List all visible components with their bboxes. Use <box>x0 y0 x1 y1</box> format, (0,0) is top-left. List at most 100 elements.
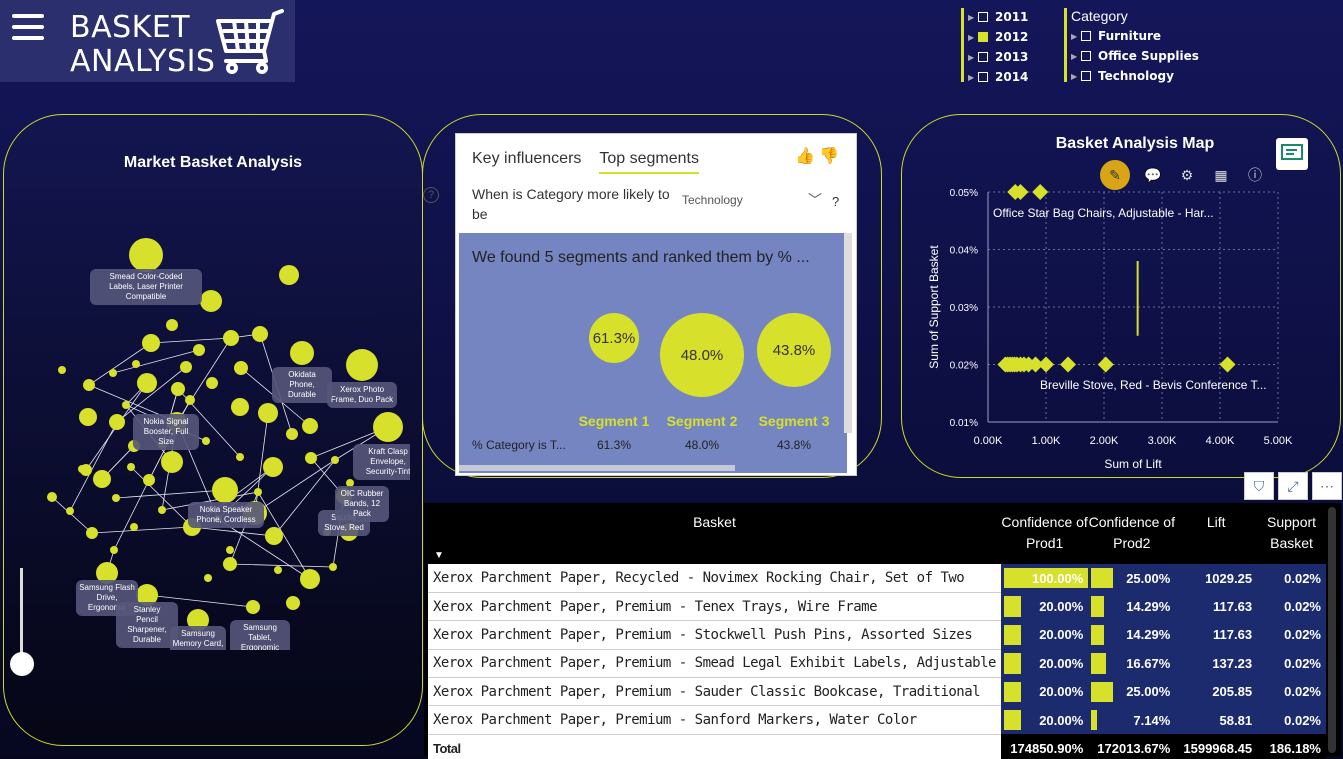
network-node <box>331 456 339 464</box>
segments-vertical-scrollbar[interactable] <box>844 233 852 433</box>
checkbox[interactable] <box>978 52 988 62</box>
column-header-confidence-prod1[interactable]: Confidence of Prod1 <box>1001 507 1088 564</box>
tab-key-influencers[interactable]: Key influencers <box>472 150 581 174</box>
lift-cell: 205.85 <box>1175 677 1258 706</box>
network-node <box>185 395 195 405</box>
network-node <box>274 566 282 574</box>
segment-2-label[interactable]: Segment 2 <box>662 413 742 429</box>
confidence-prod2-cell: 14.29% <box>1088 620 1176 650</box>
focus-mode-icon[interactable]: ⤢ <box>1278 472 1308 500</box>
column-header-support-basket[interactable]: Support Basket <box>1257 507 1326 564</box>
lift-cell: 1029.25 <box>1175 564 1258 593</box>
year-item-2012[interactable]: ▶ 2012 <box>968 27 1028 47</box>
thumbs-feedback-icons[interactable]: 👍 👎 <box>795 146 839 166</box>
confidence-prod2-cell-value: 14.29% <box>1126 627 1171 643</box>
hamburger-menu-icon[interactable] <box>12 14 44 44</box>
checkbox[interactable] <box>1081 71 1091 81</box>
more-options-icon[interactable]: ⋯ <box>1312 472 1342 500</box>
year-label: 2014 <box>995 70 1029 84</box>
chevron-down-icon[interactable]: ﹀ <box>808 190 822 210</box>
annotation-top: Office Star Bag Chairs, Adjustable - Har… <box>993 206 1214 220</box>
network-node <box>290 341 314 365</box>
checkbox[interactable] <box>1081 31 1091 41</box>
data-bar <box>1003 596 1022 617</box>
checkbox[interactable] <box>978 12 988 22</box>
network-node <box>130 523 138 531</box>
expand-arrow-icon[interactable]: ▶ <box>1071 52 1081 61</box>
segment-3-bubble[interactable]: 43.8% <box>757 313 831 387</box>
table-row[interactable]: Xerox Parchment Paper, Premium - Sanford… <box>428 705 1326 735</box>
segment-1-value: 61.3% <box>596 438 632 452</box>
confidence-prod2-cell-value: 25.00% <box>1126 684 1171 700</box>
year-item-2011[interactable]: ▶ 2011 <box>968 7 1028 27</box>
market-basket-title: Market Basket Analysis <box>123 154 303 171</box>
segment-2-bubble[interactable]: 48.0% <box>660 313 744 397</box>
table-row[interactable]: Xerox Parchment Paper, Premium - Sauder … <box>428 677 1326 707</box>
zoom-slider-handle[interactable] <box>10 652 34 676</box>
table-row[interactable]: Xerox Parchment Paper, Premium - Stockwe… <box>428 620 1326 650</box>
column-header-lift[interactable]: Lift <box>1175 507 1257 564</box>
expand-arrow-icon[interactable]: ▶ <box>968 33 978 42</box>
confidence-prod2-cell: 25.00% <box>1088 564 1176 593</box>
expand-arrow-icon[interactable]: ▶ <box>968 13 978 22</box>
ki-help-icon[interactable]: ? <box>832 194 839 209</box>
support-cell: 0.02% <box>1257 620 1326 650</box>
segment-1-label[interactable]: Segment 1 <box>574 413 654 429</box>
basket-table: Basket Confidence of Prod1 Confidence of… <box>428 507 1326 759</box>
node-label: Booster, Full <box>144 427 189 436</box>
node-label: Frame, Duo Pack <box>331 395 394 404</box>
basket-cell: Xerox Parchment Paper, Premium - Sanford… <box>428 705 1001 735</box>
expand-arrow-icon[interactable]: ▶ <box>968 53 978 62</box>
column-header-basket[interactable]: Basket <box>428 507 1001 564</box>
expand-arrow-icon[interactable]: ▶ <box>1071 72 1081 81</box>
network-node <box>373 412 403 442</box>
sort-descending-icon[interactable]: ▼ <box>434 550 444 561</box>
segment-3-label[interactable]: Segment 3 <box>754 413 834 429</box>
confidence-prod1-cell-value: 20.00% <box>1039 712 1084 728</box>
table-row[interactable]: Xerox Parchment Paper, Premium - Tenex T… <box>428 592 1326 622</box>
year-item-2013[interactable]: ▶ 2013 <box>968 47 1028 67</box>
segments-horizontal-scrollbar[interactable] <box>459 465 735 471</box>
node-label: Phone, <box>289 380 314 389</box>
checkbox[interactable] <box>978 72 988 82</box>
table-vertical-scrollbar[interactable] <box>1328 507 1336 753</box>
network-node <box>193 344 205 356</box>
data-bar <box>1003 681 1022 702</box>
segment-1-bubble[interactable]: 61.3% <box>589 313 639 363</box>
network-node <box>137 373 157 393</box>
network-node <box>86 527 98 539</box>
network-graph[interactable]: Smead Color-CodedLabels, Laser PrinterCo… <box>10 230 410 650</box>
checkbox-checked[interactable] <box>978 32 988 42</box>
zoom-slider-track[interactable] <box>20 568 23 663</box>
year-slicer-bar <box>961 8 964 82</box>
table-row[interactable]: Xerox Parchment Paper, Recycled - Novime… <box>428 564 1326 593</box>
network-node <box>223 330 239 346</box>
node-label: Drive, <box>97 593 118 602</box>
tab-top-segments[interactable]: Top segments <box>599 150 699 174</box>
ki-value-select[interactable]: Technology <box>682 193 743 207</box>
table-row[interactable]: Xerox Parchment Paper, Premium - Smead L… <box>428 649 1326 679</box>
network-edge <box>69 421 118 512</box>
network-node <box>204 574 212 582</box>
checkbox[interactable] <box>1081 51 1091 61</box>
network-node <box>93 470 111 488</box>
category-item-technology[interactable]: ▶ Technology <box>1071 66 1199 86</box>
category-item-office-supplies[interactable]: ▶ Office Supplies <box>1071 46 1199 66</box>
visual-header-actions: ⛉ ⤢ ⋯ <box>1244 472 1342 500</box>
confidence-prod1-cell: 20.00% <box>1000 705 1089 735</box>
network-edge <box>91 526 193 534</box>
x-tick-label: 1.00K <box>1032 435 1061 447</box>
node-label: Samsung Flash <box>79 583 135 592</box>
total-confidence-prod1: 174850.90% <box>1000 734 1089 759</box>
column-header-confidence-prod2[interactable]: Confidence of Prod2 <box>1088 507 1175 564</box>
report-icon[interactable] <box>1276 138 1308 170</box>
network-edge <box>113 479 150 551</box>
year-item-2014[interactable]: ▶ 2014 <box>968 67 1028 87</box>
category-item-furniture[interactable]: ▶ Furniture <box>1071 26 1199 46</box>
expand-arrow-icon[interactable]: ▶ <box>968 73 978 82</box>
filter-icon[interactable]: ⛉ <box>1244 472 1274 500</box>
basket-map-chart[interactable]: 0.05% 0.04% 0.03% 0.02% 0.01% 0.00K 1.00K 2.00K… <box>920 180 1300 470</box>
expand-arrow-icon[interactable]: ▶ <box>1071 32 1081 41</box>
y-axis-title: Sum of Support Basket <box>927 245 941 369</box>
category-slicer: ▶ Furniture ▶ Office Supplies ▶ Technology <box>1071 26 1199 86</box>
